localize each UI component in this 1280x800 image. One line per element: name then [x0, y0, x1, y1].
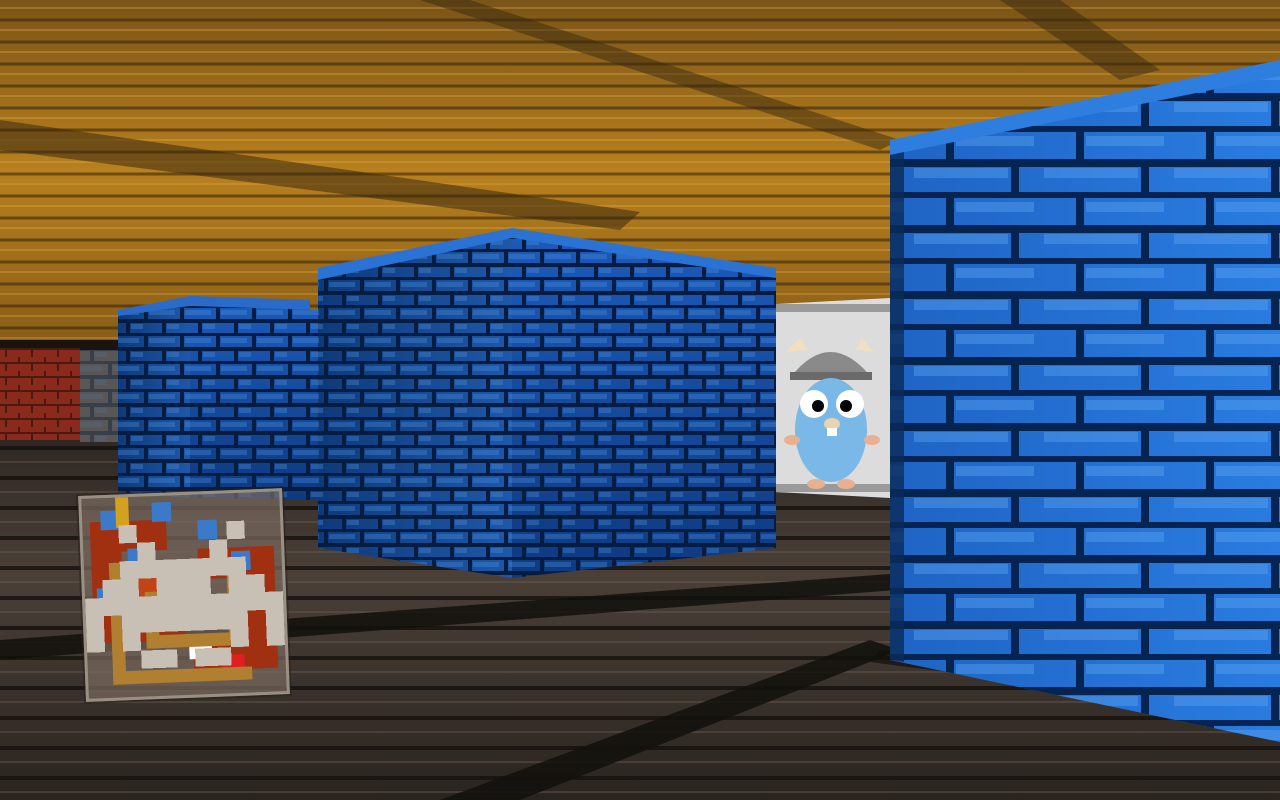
minimap-panel[interactable]: [78, 488, 290, 702]
gopher-viking-banner: [776, 298, 890, 498]
space-invader-icon: [85, 520, 285, 669]
far-red-brick-wall: [0, 348, 80, 440]
game-viewport[interactable]: [0, 0, 1280, 800]
